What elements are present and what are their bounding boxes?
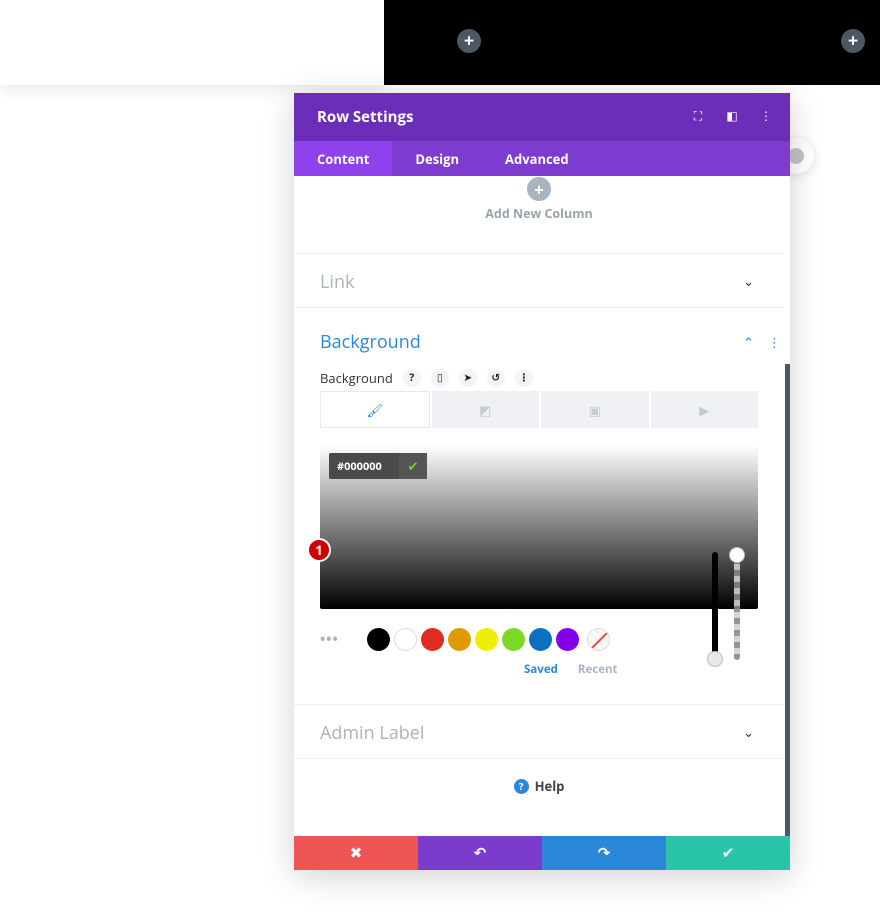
chevron-down-icon: ⌄ — [743, 723, 754, 741]
swatch-blue[interactable] — [529, 627, 552, 651]
swatch-white[interactable] — [394, 627, 417, 651]
mobile-icon[interactable]: ▯ — [430, 369, 449, 387]
add-column-area: + Add New Column — [294, 176, 784, 253]
more-options-icon[interactable]: ⋮ — [758, 107, 774, 124]
help-circle-icon: ? — [513, 778, 529, 794]
background-type-tabs: 🖌 ◩ ▣ ▶ — [320, 391, 758, 428]
background-toggle-title[interactable]: Background — [320, 330, 421, 354]
header-actions: ⛶ ◧ ⋮ — [690, 107, 774, 124]
gradient-icon[interactable]: ◩ — [431, 391, 539, 428]
admin-label-toggle-title: Admin Label — [320, 721, 425, 745]
video-icon[interactable]: ▶ — [650, 391, 758, 428]
row-settings-modal: Row Settings ⛶ ◧ ⋮ Content Design Advanc… — [294, 93, 790, 870]
swatch-red[interactable] — [421, 627, 444, 651]
hex-input[interactable]: #000000 ✔ — [329, 453, 427, 479]
color-swatches: ••• — [320, 626, 758, 652]
link-toggle-title: Link — [320, 270, 355, 294]
help-icon[interactable]: ? — [402, 369, 421, 387]
saturation-handle[interactable] — [314, 681, 326, 693]
link-toggle[interactable]: Link ⌄ — [294, 253, 784, 307]
more-icon[interactable]: ⋮ — [768, 333, 781, 351]
no-color-swatch[interactable] — [587, 627, 610, 651]
saved-tab[interactable]: Saved — [524, 662, 558, 677]
modal-header: Row Settings ⛶ ◧ ⋮ — [294, 93, 790, 141]
add-column-label[interactable]: Add New Column — [294, 205, 784, 222]
page-section-white — [0, 0, 384, 85]
tab-advanced[interactable]: Advanced — [482, 141, 592, 176]
settings-tabs: Content Design Advanced — [294, 141, 790, 176]
swatch-orange[interactable] — [448, 627, 471, 651]
image-icon[interactable]: ▣ — [541, 391, 649, 428]
color-icon[interactable]: 🖌 — [320, 391, 430, 428]
cursor-icon[interactable]: ➤ — [458, 369, 477, 387]
admin-label-toggle[interactable]: Admin Label ⌄ — [294, 704, 784, 758]
add-module-button-right[interactable]: + — [841, 29, 865, 53]
cancel-button[interactable]: ✖ — [294, 836, 418, 870]
swatch-tabs: Saved Recent — [524, 662, 618, 677]
undo-button[interactable]: ↶ — [418, 836, 542, 870]
confirm-icon[interactable]: ✔ — [399, 453, 427, 479]
scrollbar[interactable] — [785, 364, 790, 870]
background-field-label: Background — [320, 369, 393, 387]
divider — [294, 758, 784, 759]
add-column-button[interactable]: + — [527, 177, 551, 201]
swatch-yellow[interactable] — [475, 627, 498, 651]
swatch-black[interactable] — [367, 627, 390, 651]
more-swatches-button[interactable]: ••• — [320, 630, 352, 649]
help-link[interactable]: ? Help — [294, 777, 784, 795]
hex-value: #000000 — [337, 459, 382, 474]
swatch-purple[interactable] — [556, 627, 579, 651]
chevron-down-icon: ⌄ — [743, 272, 754, 290]
background-field-row: Background ? ▯ ➤ ↺ ⋮ — [320, 369, 533, 387]
save-button[interactable]: ✔ — [666, 836, 790, 870]
hue-slider-handle[interactable] — [707, 651, 723, 667]
help-label: Help — [534, 777, 565, 795]
tab-design[interactable]: Design — [392, 141, 482, 176]
modal-title: Row Settings — [317, 107, 414, 127]
chevron-up-icon[interactable]: ⌃ — [743, 333, 754, 351]
settings-body: + Add New Column Link ⌄ Background ⌃ ⋮ B… — [294, 176, 790, 870]
expand-icon[interactable]: ⛶ — [690, 107, 706, 124]
modal-footer: ✖ ↶ ↷ ✔ — [294, 836, 790, 870]
redo-button[interactable]: ↷ — [542, 836, 666, 870]
swatch-green[interactable] — [502, 627, 525, 651]
step-marker: 1 — [307, 538, 331, 562]
opacity-slider-handle[interactable] — [729, 547, 745, 563]
recent-tab[interactable]: Recent — [578, 662, 618, 677]
reset-icon[interactable]: ↺ — [486, 369, 505, 387]
more-icon[interactable]: ⋮ — [514, 369, 533, 387]
tab-content[interactable]: Content — [294, 141, 393, 176]
split-view-icon[interactable]: ◧ — [724, 107, 740, 124]
add-module-button[interactable]: + — [457, 29, 481, 53]
gear-icon — [788, 148, 804, 164]
